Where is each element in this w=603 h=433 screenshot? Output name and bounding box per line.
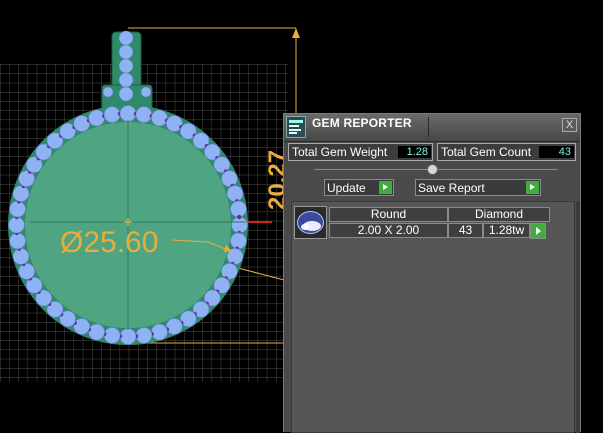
ring-gem[interactable] bbox=[151, 109, 168, 127]
ring-gem[interactable] bbox=[231, 216, 248, 234]
ring-gem[interactable] bbox=[18, 170, 35, 187]
ring-gem[interactable] bbox=[151, 323, 168, 341]
collapse-toggle[interactable] bbox=[427, 164, 438, 175]
total-gem-count-box: Total Gem Count 43 bbox=[437, 143, 576, 161]
save-report-button-label: Save Report bbox=[418, 181, 485, 195]
ring-gem[interactable] bbox=[166, 318, 183, 335]
gem-reporter-app-icon bbox=[286, 116, 306, 138]
ring-gem[interactable] bbox=[73, 115, 90, 132]
ring-gem[interactable] bbox=[119, 328, 137, 345]
ring-gem[interactable] bbox=[103, 327, 121, 344]
update-play-icon bbox=[379, 181, 392, 194]
total-gem-weight-label: Total Gem Weight bbox=[292, 145, 388, 159]
panel-titlebar[interactable]: GEM REPORTER X bbox=[284, 114, 580, 142]
gem-weight-cell: 1.28tw bbox=[483, 223, 530, 238]
gem-material-header: Diamond bbox=[448, 207, 550, 222]
prong bbox=[237, 214, 242, 220]
save-report-button[interactable]: Save Report bbox=[415, 179, 541, 196]
bail-gem[interactable] bbox=[118, 30, 134, 46]
panel-title: GEM REPORTER bbox=[312, 116, 412, 130]
ring-gem[interactable] bbox=[135, 327, 153, 344]
ring-gem[interactable] bbox=[9, 200, 26, 218]
ring-gem[interactable] bbox=[12, 185, 30, 202]
bail-gem[interactable] bbox=[118, 72, 134, 88]
ring-gem[interactable] bbox=[88, 109, 105, 127]
ring-gem[interactable] bbox=[135, 106, 153, 123]
gem-reporter-panel: GEM REPORTER X Total Gem Weight 1.28 Tot… bbox=[283, 113, 581, 433]
bail-gem[interactable] bbox=[140, 86, 152, 98]
gem-list: Round Diamond 2.00 X 2.00 43 1.28tw bbox=[291, 201, 575, 433]
bail-gem[interactable] bbox=[118, 44, 134, 60]
ring-gem[interactable] bbox=[12, 248, 30, 265]
title-separator bbox=[428, 117, 429, 137]
total-gem-count-label: Total Gem Count bbox=[441, 145, 532, 159]
ring-gem[interactable] bbox=[9, 232, 26, 250]
ring-gem[interactable] bbox=[230, 232, 247, 250]
ring-gem[interactable] bbox=[230, 200, 247, 218]
bail-gem[interactable] bbox=[118, 58, 134, 74]
total-gem-weight-box: Total Gem Weight 1.28 bbox=[288, 143, 433, 161]
gem-shape-header: Round bbox=[329, 207, 448, 222]
ring-gem[interactable] bbox=[88, 323, 105, 341]
ring-gem[interactable] bbox=[226, 185, 244, 202]
close-button[interactable]: X bbox=[562, 118, 577, 132]
ring-gem[interactable] bbox=[103, 106, 121, 123]
ring-gem[interactable] bbox=[221, 262, 238, 280]
ring-gem[interactable] bbox=[73, 318, 90, 335]
save-report-play-icon bbox=[526, 181, 539, 194]
bail-gem[interactable] bbox=[102, 86, 114, 98]
update-button-label: Update bbox=[327, 181, 366, 195]
total-gem-weight-value: 1.28 bbox=[398, 146, 431, 158]
ring-gem[interactable] bbox=[8, 216, 25, 234]
gem-count-cell: 43 bbox=[448, 223, 483, 238]
ring-gem[interactable] bbox=[119, 105, 137, 122]
round-gem-thumbnail[interactable] bbox=[294, 206, 327, 239]
gem-row-select-button[interactable] bbox=[530, 223, 546, 239]
diameter-label: Ø25.60 bbox=[60, 226, 158, 259]
ring-gem[interactable] bbox=[18, 262, 35, 280]
ring-gem[interactable] bbox=[166, 115, 183, 132]
bail-gem[interactable] bbox=[118, 86, 134, 102]
gem-size-cell: 2.00 X 2.00 bbox=[329, 223, 448, 238]
ring-gem[interactable] bbox=[221, 170, 238, 187]
round-diamond-icon bbox=[297, 211, 324, 234]
panel-scrollbar[interactable] bbox=[576, 201, 580, 433]
total-gem-count-value: 43 bbox=[539, 146, 574, 158]
update-button[interactable]: Update bbox=[324, 179, 394, 196]
